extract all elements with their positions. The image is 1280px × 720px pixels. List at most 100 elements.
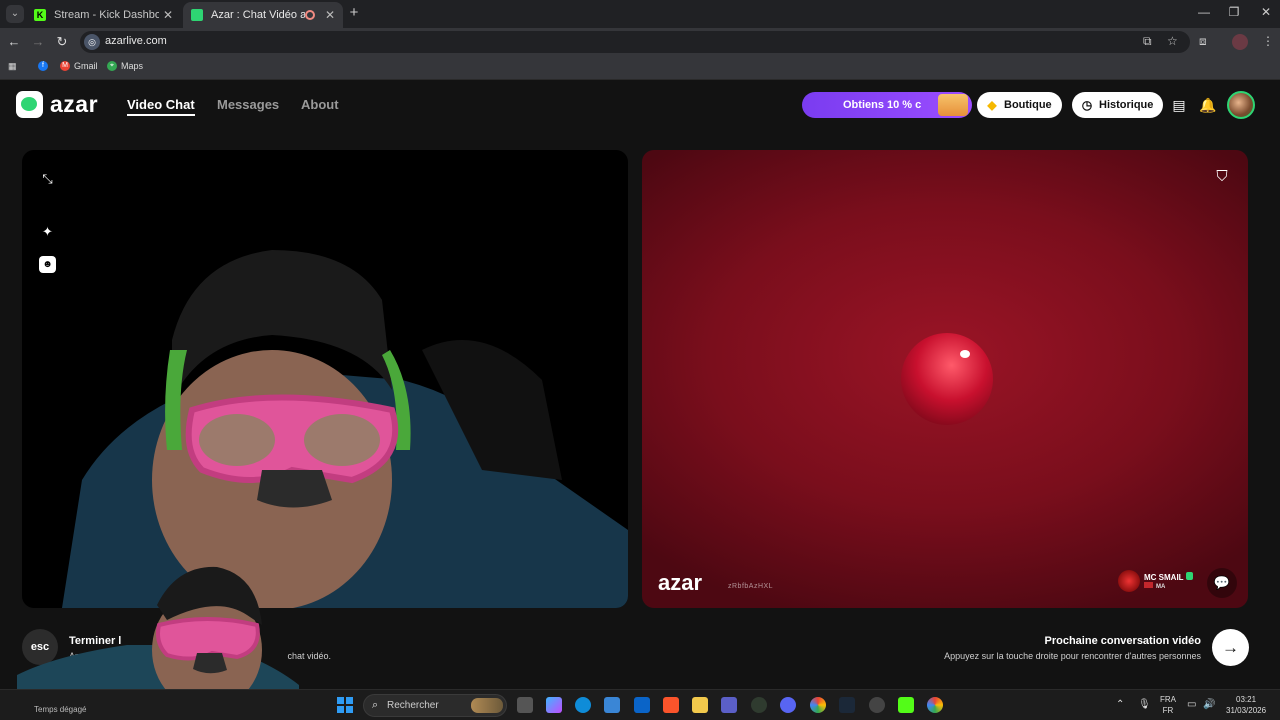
outlook-icon[interactable] [634, 697, 650, 713]
morocco-flag-icon [1144, 582, 1153, 588]
close-window-button[interactable]: ✕ [1256, 5, 1276, 19]
microphone-icon[interactable]: 🎙 [1138, 699, 1151, 710]
search-icon: ⌕ [372, 699, 379, 711]
bookmark-label: Gmail [74, 61, 98, 71]
chrome-profile-icon[interactable] [927, 697, 943, 713]
forward-button[interactable]: → [30, 34, 46, 50]
next-chat-subtitle: Appuyez sur la touche droite pour rencon… [944, 651, 1201, 661]
new-tab-button[interactable]: + [346, 5, 362, 21]
tab-kick-dashboard[interactable]: K Stream - Kick Dashboard ✕ [26, 2, 181, 28]
tray-expand-icon[interactable]: ⌃ [1116, 699, 1124, 710]
nav-about[interactable]: About [301, 97, 339, 112]
tab-azar[interactable]: Azar : Chat Vidéo avec de n ✕ [183, 2, 343, 28]
kick-app-icon[interactable] [898, 697, 914, 713]
remote-video-panel: ⛉ azar zRbfbAzHXL MC SMAIL MA 💬 [642, 150, 1248, 608]
minimize-view-icon[interactable]: ⤡ [39, 170, 56, 187]
gift-icon [938, 94, 968, 116]
user-avatar[interactable] [1227, 91, 1255, 119]
close-icon[interactable]: ✕ [163, 8, 173, 22]
language-indicator[interactable]: FRA FR [1160, 694, 1176, 716]
site-info-icon[interactable]: ◎ [84, 34, 100, 50]
minimize-button[interactable]: — [1194, 5, 1214, 19]
task-view-icon[interactable] [517, 697, 533, 713]
tab-search-button[interactable]: ⌄ [6, 5, 24, 23]
azar-watermark: azar [658, 570, 703, 595]
chrome-icon[interactable] [810, 697, 826, 713]
historique-button[interactable]: ◷ Historique [1072, 92, 1164, 118]
gmail-icon: M [60, 61, 70, 71]
azar-logo[interactable]: azar [16, 91, 98, 118]
bell-icon[interactable]: 🔔 [1198, 95, 1218, 115]
address-bar[interactable]: ◎ azarlive.com ⧉ ☆ [80, 31, 1190, 53]
copilot-icon[interactable] [546, 697, 562, 713]
cast-icon[interactable]: ⧉ [1143, 34, 1152, 49]
back-button[interactable]: ← [6, 34, 22, 50]
obs-icon[interactable] [751, 697, 767, 713]
file-explorer-icon[interactable] [692, 697, 708, 713]
magic-wand-icon[interactable]: ✦ [39, 223, 56, 240]
browser-toolbar: ← → ↻ ◎ azarlive.com ⧉ ☆ ⧈ ⋮ [0, 28, 1280, 56]
peer-name: MC SMAIL [1144, 573, 1184, 582]
clock-icon: ◷ [1081, 98, 1093, 112]
webcam-feed [17, 566, 299, 700]
store-icon[interactable] [604, 697, 620, 713]
self-camera-feed [62, 250, 628, 608]
windows-start-icon[interactable] [337, 697, 353, 713]
nav-video-chat[interactable]: Video Chat [127, 97, 195, 116]
tab-title: Stream - Kick Dashboard [54, 9, 159, 21]
brave-icon[interactable] [663, 697, 679, 713]
restore-button[interactable]: ❐ [1224, 5, 1244, 19]
teams-icon[interactable] [721, 697, 737, 713]
nav-messages[interactable]: Messages [217, 97, 279, 112]
bookmark-maps[interactable]: ⌖ Maps [107, 61, 143, 71]
edge-icon[interactable] [575, 697, 591, 713]
light-glint [960, 350, 970, 358]
apps-grid-icon[interactable]: ▦ [8, 61, 17, 72]
network-icon[interactable]: ▭ [1187, 699, 1196, 710]
maps-icon: ⌖ [107, 61, 117, 71]
remote-camera-feed [901, 333, 993, 425]
report-shield-icon[interactable]: ⛉ [1213, 167, 1231, 187]
profile-avatar[interactable] [1232, 34, 1248, 50]
bookmark-facebook[interactable]: f [38, 61, 52, 71]
gem-icon: ◆ [987, 98, 997, 112]
bookmarks-bar: ▦ f M Gmail ⌖ Maps [0, 56, 1280, 80]
boutique-label: Boutique [1004, 99, 1052, 111]
next-chat-title: Prochaine conversation vidéo [1044, 635, 1202, 647]
close-icon[interactable]: ✕ [325, 8, 335, 22]
boutique-button[interactable]: ◆ Boutique [977, 92, 1062, 118]
promo-text: Obtiens 10 % c [843, 99, 922, 111]
logo-text: azar [50, 91, 99, 117]
system-clock[interactable]: 03:21 31/03/2026 [1226, 694, 1266, 716]
extensions-icon[interactable]: ⧈ [1199, 34, 1207, 49]
app-icon[interactable] [869, 697, 885, 713]
discord-icon[interactable] [780, 697, 796, 713]
bookmark-label: Maps [121, 61, 144, 71]
weather-widget[interactable]: Temps dégagé [34, 705, 86, 714]
bookmark-star-icon[interactable]: ☆ [1167, 34, 1178, 48]
steam-icon[interactable] [839, 697, 855, 713]
language-code: FRA [1160, 695, 1176, 704]
clock-date: 31/03/2026 [1226, 706, 1267, 715]
kick-icon: K [34, 9, 46, 21]
search-placeholder: Rechercher [387, 700, 439, 711]
chat-bubble-button[interactable]: 💬 [1207, 568, 1237, 598]
peer-info[interactable]: MC SMAIL MA [1118, 570, 1193, 592]
recording-icon [304, 10, 315, 20]
bookmark-gmail[interactable]: M Gmail [60, 61, 98, 71]
peer-country: MA [1156, 584, 1166, 590]
self-video-panel: ⤡ ✦ ☻ [22, 150, 628, 608]
verified-badge-icon [1185, 572, 1193, 580]
windows-taskbar: Temps dégagé ⌕ Rechercher ⌃ 🎙 FRA FR ▭ 🔊… [0, 689, 1280, 720]
promo-banner[interactable]: Obtiens 10 % c [802, 92, 972, 118]
reload-button[interactable]: ↻ [54, 34, 70, 50]
inbox-icon[interactable]: ▤ [1169, 95, 1189, 115]
keyboard-layout: FR [1162, 706, 1174, 715]
more-menu-icon[interactable]: ⋮ [1262, 34, 1274, 48]
browser-tab-strip: ⌄ K Stream - Kick Dashboard ✕ Azar : Cha… [0, 0, 1280, 28]
next-chat-arrow-button[interactable]: → [1212, 629, 1249, 666]
azar-logo-icon [16, 91, 43, 118]
sticker-icon[interactable]: ☻ [39, 256, 56, 273]
taskbar-search[interactable]: ⌕ Rechercher [363, 694, 507, 717]
volume-icon[interactable]: 🔊 [1203, 699, 1215, 710]
